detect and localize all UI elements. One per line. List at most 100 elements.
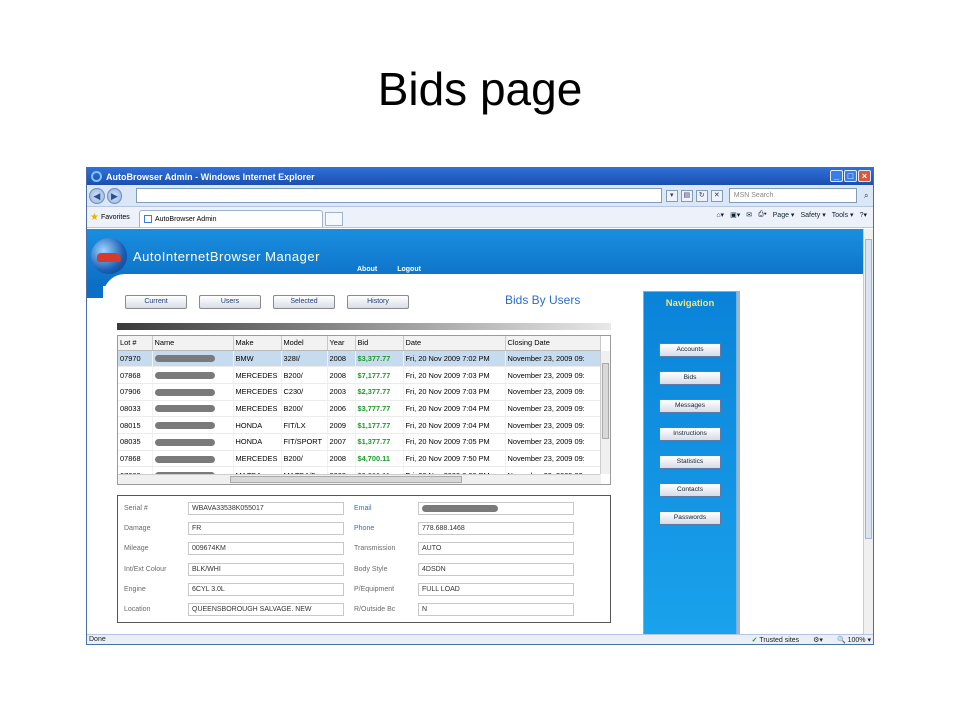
history-button[interactable]: History [347, 295, 409, 309]
tools-menu[interactable]: Tools ▾ [832, 211, 854, 219]
grid-horizontal-scrollbar[interactable] [118, 474, 600, 484]
window-title: AutoBrowser Admin - Windows Internet Exp… [106, 171, 315, 182]
nav-contacts-button[interactable]: Contacts [659, 483, 721, 497]
cell-make: HONDA [233, 416, 282, 434]
logout-link[interactable]: Logout [397, 266, 421, 273]
users-button[interactable]: Users [199, 295, 261, 309]
cell-name [152, 383, 234, 401]
cell-model: B200/ [281, 400, 328, 418]
table-row[interactable]: 07868 MERCEDES B200/ 2008 $7,177.77 Fri,… [118, 366, 601, 384]
cell-lot: 07868 [118, 450, 153, 468]
equipment-field[interactable]: FULL LOAD [418, 582, 574, 596]
checkmark-icon: ✓ [751, 636, 758, 644]
grid-vertical-scrollbar[interactable] [600, 351, 610, 474]
back-icon[interactable]: ◀ [89, 187, 105, 204]
col-model[interactable]: Model [281, 336, 328, 351]
cell-closing: November 23, 2009 09: [505, 366, 601, 384]
scroll-thumb[interactable] [602, 363, 609, 439]
search-icon[interactable]: ⌕ [859, 189, 873, 203]
current-button[interactable]: Current [125, 295, 187, 309]
home-icon[interactable]: ⌂▾ [716, 211, 724, 219]
address-actions: ▾ ▤ ↻ ✕ [665, 189, 723, 202]
navigation-title: Navigation [665, 298, 715, 309]
table-row[interactable]: 08033 MERCEDES B200/ 2006 $3,777.77 Fri,… [118, 400, 601, 418]
navigation-panel: Navigation Accounts Bids Messages Instru… [643, 291, 737, 636]
close-icon[interactable]: × [858, 170, 871, 182]
table-row[interactable]: 08035 HONDA FIT/SPORT 2007 $1,377.77 Fri… [118, 433, 601, 451]
equipment-label: P/Equipment [354, 585, 395, 593]
col-bid[interactable]: Bid [355, 336, 404, 351]
redacted-name [154, 355, 215, 363]
web-page: AutoInternetBrowser Manager About Logout… [87, 229, 865, 636]
nav-passwords-button[interactable]: Passwords [659, 511, 721, 525]
damage-field[interactable]: FR [188, 522, 344, 536]
command-bar: ⌂▾ ▣▾ ✉ ⎙▾ Page ▾ Safety ▾ Tools ▾ ?▾ [716, 211, 867, 219]
nav-accounts-button[interactable]: Accounts [659, 343, 721, 357]
about-link[interactable]: About [357, 266, 377, 273]
engine-field[interactable]: 6CYL 3.0L [188, 582, 344, 596]
cell-bid: $3,777.77 [355, 400, 404, 418]
mail-icon[interactable]: ✉ [746, 211, 752, 219]
col-name[interactable]: Name [152, 336, 234, 351]
nav-messages-button[interactable]: Messages [659, 399, 721, 413]
colour-label: Int/Ext Colour [124, 565, 167, 573]
scroll-thumb[interactable] [230, 476, 462, 483]
compat-view-icon[interactable]: ▤ [680, 189, 693, 202]
refresh-icon[interactable]: ↻ [695, 189, 708, 202]
safety-menu[interactable]: Safety ▾ [800, 211, 825, 219]
body-style-field[interactable]: 4DSDN [418, 562, 574, 576]
cell-name [152, 350, 234, 368]
outside-bc-field[interactable]: N [418, 602, 574, 616]
cell-make: BMW [233, 350, 282, 368]
stop-icon[interactable]: ✕ [710, 189, 723, 202]
print-icon[interactable]: ⎙▾ [758, 211, 767, 219]
table-row[interactable]: 07970 BMW 328I/ 2008 $3,377.77 Fri, 20 N… [118, 350, 601, 368]
minimize-icon[interactable]: _ [830, 170, 843, 182]
search-input[interactable]: MSN Search [728, 188, 858, 203]
col-make[interactable]: Make [233, 336, 282, 351]
cell-date: Fri, 20 Nov 2009 7:03 PM [403, 366, 506, 384]
cell-name [152, 400, 234, 418]
trusted-sites-zone[interactable]: ✓ Trusted sites [752, 636, 800, 644]
feeds-icon[interactable]: ▣▾ [730, 211, 740, 219]
favorites-button[interactable]: ★ Favorites [87, 212, 139, 223]
help-icon[interactable]: ?▾ [860, 211, 867, 219]
url-input[interactable] [136, 188, 662, 203]
phone-field[interactable]: 778.688.1468 [418, 522, 574, 536]
zoom-control[interactable]: 🔍 100% ▾ [837, 636, 871, 644]
forward-icon[interactable]: ▶ [106, 187, 123, 204]
page-menu[interactable]: Page ▾ [773, 211, 795, 219]
transmission-field[interactable]: AUTO [418, 542, 574, 556]
phone-label: Phone [354, 525, 375, 533]
redacted-name [154, 455, 215, 463]
table-row[interactable]: 07868 MERCEDES B200/ 2008 $4,700.11 Fri,… [118, 450, 601, 468]
location-field[interactable]: QUEENSBOROUGH SALVAGE. NEW [188, 602, 344, 616]
col-closing-date[interactable]: Closing Date [505, 336, 601, 351]
col-year[interactable]: Year [327, 336, 356, 351]
col-date[interactable]: Date [403, 336, 506, 351]
nav-bids-button[interactable]: Bids [659, 371, 721, 385]
grid-header: Lot # Name Make Model Year Bid Date Clos… [118, 336, 601, 351]
selected-button[interactable]: Selected [273, 295, 335, 309]
colour-field[interactable]: BLK/WHI [188, 562, 344, 576]
col-lot[interactable]: Lot # [118, 336, 153, 351]
table-row[interactable]: 07906 MERCEDES C230/ 2003 $2,377.77 Fri,… [118, 383, 601, 401]
favorites-label: Favorites [100, 213, 130, 221]
table-row[interactable]: 08015 HONDA FIT/LX 2009 $1,177.77 Fri, 2… [118, 416, 601, 434]
scroll-thumb[interactable] [865, 239, 872, 539]
serial-field[interactable]: WBAVA33538K055017 [188, 502, 344, 516]
browser-tab[interactable]: AutoBrowser Admin [139, 210, 323, 227]
dropdown-arrow-icon[interactable]: ▾ [665, 189, 678, 202]
cell-model: B200/ [281, 366, 328, 384]
nav-statistics-button[interactable]: Statistics [659, 455, 721, 469]
nav-instructions-button[interactable]: Instructions [659, 427, 721, 441]
new-tab-button[interactable] [325, 211, 343, 226]
mileage-field[interactable]: 009674KM [188, 542, 344, 556]
email-field[interactable] [418, 502, 574, 516]
zoom-label: 100% [847, 636, 866, 644]
page-vertical-scrollbar[interactable] [863, 229, 873, 636]
cell-model: FIT/SPORT [281, 433, 328, 451]
cell-make: MERCEDES [233, 450, 282, 468]
protected-mode-icon[interactable]: ⚙▾ [813, 636, 823, 644]
maximize-icon[interactable]: □ [844, 170, 857, 182]
